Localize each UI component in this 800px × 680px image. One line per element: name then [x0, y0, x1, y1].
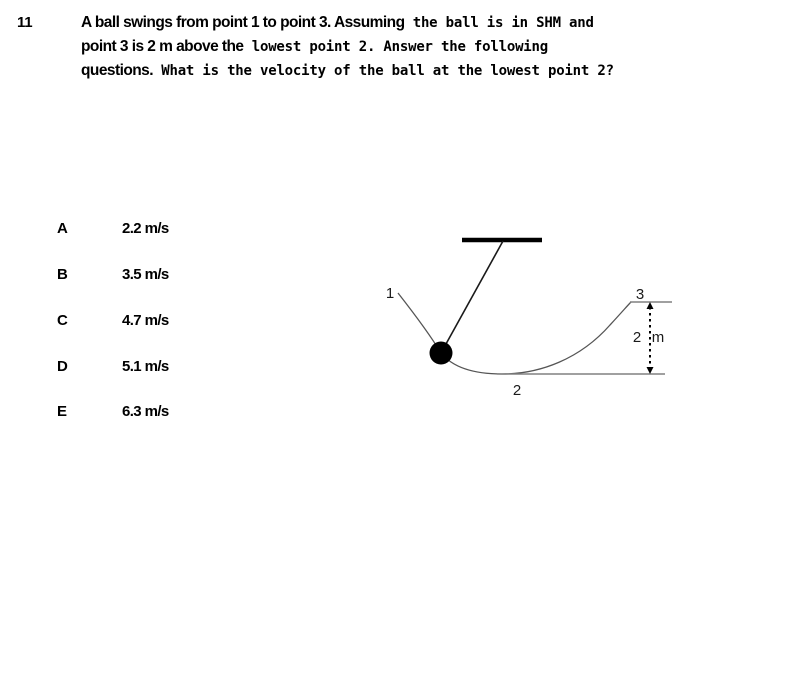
answer-option-letter: C — [57, 312, 68, 329]
diagram-label-point-1: 1 — [386, 285, 394, 302]
diagram-label-point-2: 2 — [513, 382, 521, 399]
diagram-label-point-3: 3 — [636, 286, 644, 303]
answer-option-letter: E — [57, 403, 67, 420]
height-arrow-down-icon — [646, 367, 654, 374]
ball-bob — [429, 341, 453, 365]
question-line: questions. What is the velocity of the b… — [81, 59, 800, 83]
question-text-run: the ball is in SHM and — [404, 15, 594, 31]
question-number: 11 — [17, 14, 33, 31]
question-line: point 3 is 2 m above the lowest point 2.… — [81, 35, 800, 59]
pendulum-diagram: 1 2 3 2 m — [370, 220, 690, 410]
answer-option-value: 2.2 m/s — [122, 220, 169, 237]
answer-option-value: 4.7 m/s — [122, 312, 169, 329]
answer-option-letter: A — [57, 220, 68, 237]
question-line: A ball swings from point 1 to point 3. A… — [81, 11, 800, 35]
answer-option-letter: D — [57, 358, 68, 375]
answer-option-value: 5.1 m/s — [122, 358, 169, 375]
answer-option-value: 6.3 m/s — [122, 403, 169, 420]
answer-option-value: 3.5 m/s — [122, 266, 169, 283]
question-text-run: A ball swings from point 1 to point 3. A… — [81, 14, 405, 31]
question-text-run: point 3 is 2 m above the — [81, 38, 244, 55]
swing-arc-path — [397, 292, 632, 375]
pendulum-string — [440, 240, 504, 354]
diagram-label-height-value: 2 — [633, 329, 641, 346]
question-text-run: lowest point 2. Answer the following — [243, 39, 548, 55]
question-text-run: questions. — [81, 62, 154, 79]
diagram-label-height-unit: m — [652, 329, 665, 346]
answer-option-letter: B — [57, 266, 68, 283]
question-text: A ball swings from point 1 to point 3. A… — [81, 11, 800, 83]
height-arrow-up-icon — [646, 302, 654, 309]
question-text-run: What is the velocity of the ball at the … — [153, 63, 614, 79]
